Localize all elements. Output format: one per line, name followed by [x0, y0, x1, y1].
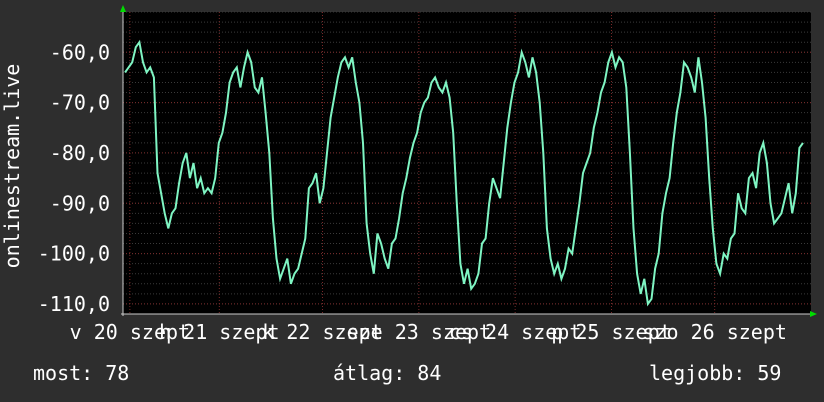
stat-current: most: 78 — [33, 361, 130, 385]
x-tick-label: szo 26 szept — [642, 320, 787, 344]
y-tick-label: -100,0 — [38, 242, 110, 266]
y-tick-label: -110,0 — [38, 292, 110, 316]
y-tick-label: -80,0 — [50, 141, 110, 165]
y-tick-label: -90,0 — [50, 191, 110, 215]
x-axis-arrow — [810, 311, 817, 317]
stat-best: legjobb: 59 — [649, 361, 782, 385]
y-tick-label: -70,0 — [50, 91, 110, 115]
line-chart: -60,0-70,0-80,0-90,0-100,0-110,0 v 20 sz… — [0, 5, 817, 344]
stat-average: átlag: 84 — [333, 361, 442, 385]
y-axis-arrow — [120, 5, 126, 12]
y-tick-label: -60,0 — [50, 40, 110, 64]
y-axis-label: onlinestream.live — [0, 64, 24, 269]
